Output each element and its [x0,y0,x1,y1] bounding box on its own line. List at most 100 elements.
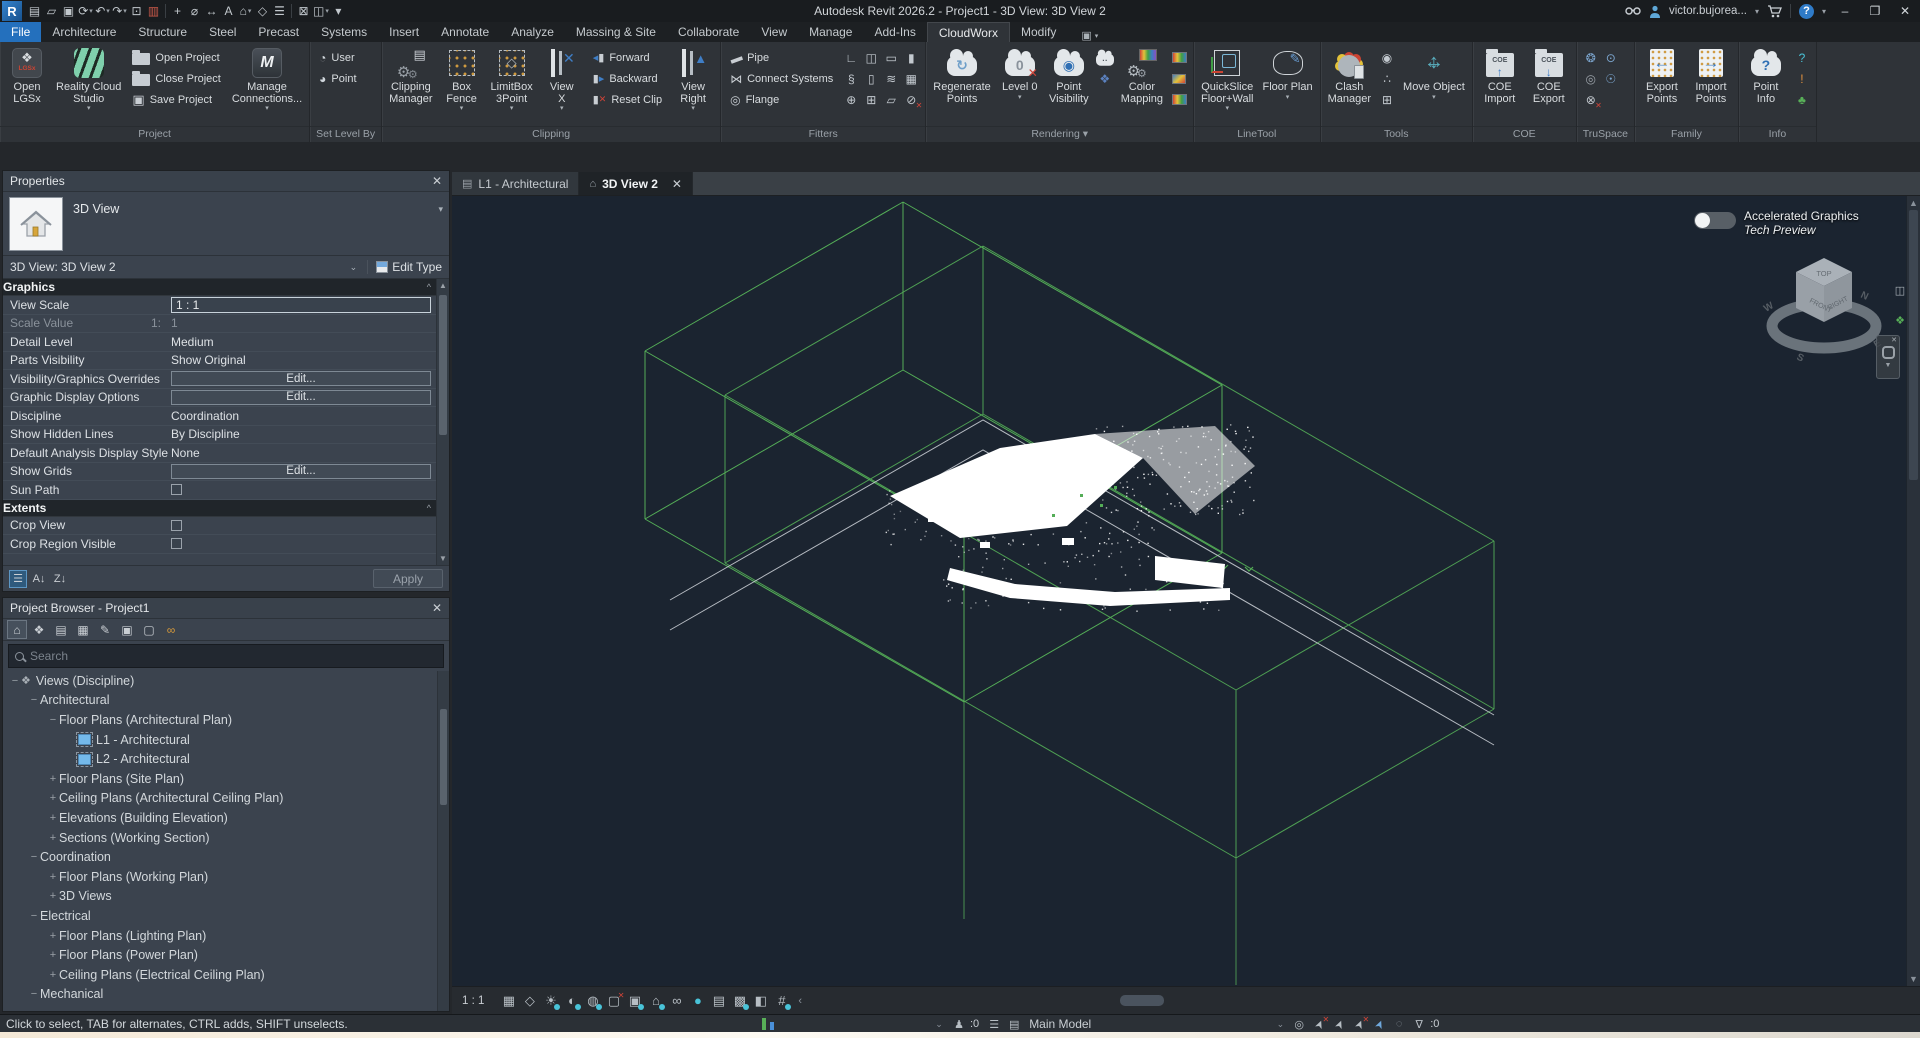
flange-button[interactable]: ◎Flange [725,89,838,110]
expand-icon[interactable]: + [47,949,59,961]
manage-connections-button[interactable]: MManageConnections...▾ [229,45,305,114]
reveal-constraints-icon[interactable]: # [771,991,792,1011]
edit-type-button[interactable]: Edit Type [367,260,442,274]
fitters-wall-icon[interactable]: ◫ [862,49,880,67]
move-object-button[interactable]: ↔↕Move Object▾ [1400,45,1468,103]
view-right-button[interactable]: ▲ViewRight▾ [670,45,716,114]
reset-clip-button[interactable]: ▮✕Reset Clip [588,89,667,110]
coe-import-button[interactable]: COE↑COEImport [1477,45,1523,106]
ribbon-tab-steel[interactable]: Steel [198,22,247,42]
close-project-button[interactable]: Close Project [127,68,225,89]
apply-button[interactable]: Apply [373,569,443,588]
close-button[interactable]: ✕ [1894,4,1916,18]
worksets-chevron-icon[interactable]: ⌄ [930,1016,948,1032]
expand-icon[interactable]: + [47,890,59,902]
selected-type[interactable]: 3D View: 3D View 2 [10,260,116,274]
clipping-manager-button[interactable]: ▤⚙⚙ClippingManager [386,45,435,106]
clash-points-icon[interactable]: ∴ [1378,70,1396,88]
show-hidden-lines-value[interactable]: By Discipline [171,427,240,441]
navbar-expand-icon[interactable]: ▼ [1885,362,1892,369]
select-links-icon[interactable]: ➤✕ [1310,1016,1328,1032]
thin-lines-icon[interactable]: ☰ [271,1,288,21]
tree-item-ceiling-plans-architectural-ceiling-plan-[interactable]: +Ceiling Plans (Architectural Ceiling Pl… [3,789,449,809]
switch-windows-icon[interactable]: ◫▾ [312,1,330,21]
crop-region-icon[interactable]: ▣ [624,991,645,1011]
fitters-duct-icon[interactable]: ∟ [842,49,860,67]
collapse-view-controls-icon[interactable]: ‹ [798,995,802,1007]
ribbon-tab-structure[interactable]: Structure [127,22,198,42]
default-analysis-display-style-value[interactable]: None [171,446,200,460]
revit-logo[interactable]: R [2,1,22,21]
fitters-delete-points-icon[interactable]: ⊘✕ [902,91,920,109]
navigation-wheel-icon[interactable] [1882,346,1895,359]
type-dropdown-chevron-icon[interactable]: ⌄ [350,262,358,273]
browser-scrollbar[interactable] [437,671,449,1011]
expand-icon[interactable]: + [47,812,59,824]
tree-item-l2-architectural[interactable]: L2 - Architectural [3,749,449,769]
drag-on-selection-icon[interactable]: ◌ [1390,1016,1408,1032]
close-view-tab-icon[interactable]: ✕ [672,177,682,191]
fitters-stairs-icon[interactable]: ⊕ [842,91,860,109]
customize-qat-icon[interactable]: ▾ [330,1,347,21]
restore-button[interactable]: ❐ [1864,4,1886,18]
shadows-icon[interactable]: ◐ [561,991,582,1011]
navigation-bar[interactable]: ✕ ▼ [1876,335,1900,379]
tree-item-ceiling-plans-electrical-ceiling-plan-[interactable]: +Ceiling Plans (Electrical Ceiling Plan) [3,965,449,985]
measure-icon[interactable]: ⌀ [186,1,203,21]
collapse-section-icon[interactable]: ^ [427,282,431,292]
about-icon[interactable]: ! [1793,70,1811,88]
rendering-dialog-icon[interactable]: ◍ [582,991,603,1011]
browser-families-icon[interactable]: ▣ [117,620,137,639]
open-file-icon[interactable]: ▱ [43,1,60,21]
type-selector[interactable]: 3D View ▾ [3,192,449,256]
select-by-face-icon[interactable]: ➤ [1370,1016,1388,1032]
tree-item-floor-plans-power-plan-[interactable]: +Floor Plans (Power Plan) [3,945,449,965]
detail-level-value[interactable]: Medium [171,335,214,349]
save-icon[interactable]: ▣ [60,1,77,21]
truspace-view-icon[interactable]: ◎ [1582,70,1600,88]
pipe-button[interactable]: ▬Pipe [725,47,838,68]
worksharing-display-icon[interactable]: ▤ [708,991,729,1011]
navbar-close-icon[interactable]: ✕ [1891,336,1897,344]
properties-close-icon[interactable]: ✕ [432,174,442,188]
tree-item-floor-plans-architectural-plan-[interactable]: −Floor Plans (Architectural Plan) [3,710,449,730]
fitters-window-icon[interactable]: ⊞ [862,91,880,109]
drawing-canvas[interactable]: W S E N TOP FRONT RIGHT Accelerated Grap… [452,196,1920,986]
ribbon-display-toggle[interactable]: ▣▾ [1081,29,1098,42]
select-pinned-icon[interactable]: ➤✕ [1350,1016,1368,1032]
tree-item-floor-plans-lighting-plan-[interactable]: +Floor Plans (Lighting Plan) [3,926,449,946]
collapse-icon[interactable]: − [28,988,40,1000]
ribbon-tab-precast[interactable]: Precast [247,22,310,42]
tree-item-views-discipline-[interactable]: −❖Views (Discipline) [3,671,449,691]
view-tab-3d-view-2[interactable]: ⌂ 3D View 2 ✕ [579,172,693,195]
viewport-vertical-scrollbar[interactable]: ▲ ▼ [1906,196,1920,986]
set-level-point-button[interactable]: ◕Point [314,68,361,89]
ribbon-tab-manage[interactable]: Manage [798,22,863,42]
user-avatar-icon[interactable] [1649,5,1661,18]
temporary-hide-isolate-icon[interactable]: ● [687,991,708,1011]
truspace-pin-icon[interactable]: ⊙ [1602,49,1620,67]
point-info-button[interactable]: ?PointInfo [1743,45,1789,106]
ribbon-tab-file[interactable]: File [0,22,41,42]
browser-links-icon[interactable]: ∞ [161,620,181,639]
select-underlay-icon[interactable]: ➤ [1330,1016,1348,1032]
crop-region-visible-checkbox[interactable] [171,538,182,549]
open-lgsx-button[interactable]: ❖LGSxOpenLGSx [4,45,50,106]
ribbon-tab-insert[interactable]: Insert [378,22,430,42]
transfer-standards-icon[interactable]: ▥ [145,1,162,21]
browser-groups-icon[interactable]: ▢ [139,620,159,639]
unlocked-view-icon[interactable]: ⌂ [645,991,666,1011]
minimize-button[interactable]: – [1834,4,1856,18]
box-fence-button[interactable]: BoxFence▾ [439,45,485,114]
view-scale-input[interactable] [171,297,431,313]
analytical-model-icon[interactable]: ◧ [750,991,771,1011]
floor-plan-button[interactable]: ✎Floor Plan▾ [1259,45,1315,103]
default-3d-view-icon[interactable]: ⌂▾ [237,1,254,21]
sync-icon[interactable]: ⟳▾ [77,1,94,21]
text-icon[interactable]: A [220,1,237,21]
ribbon-panel-label[interactable]: Rendering ▾ [926,126,1193,142]
tree-item-3d-views[interactable]: +3D Views [3,887,449,907]
fitters-insulation-icon[interactable]: ≋ [882,70,900,88]
collapse-icon[interactable]: − [28,694,40,706]
section-icon[interactable]: ◇ [254,1,271,21]
